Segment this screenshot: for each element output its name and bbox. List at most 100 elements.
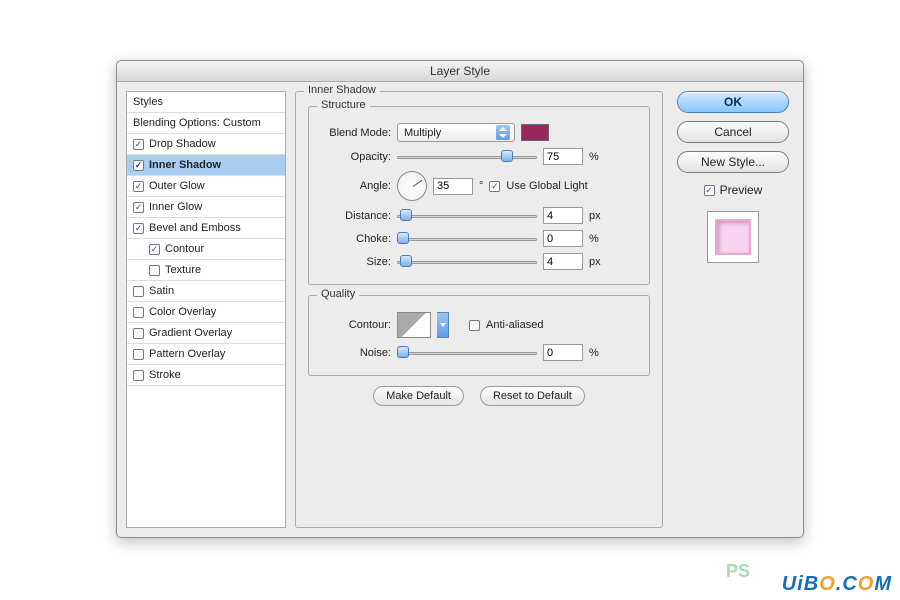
new-style-button[interactable]: New Style... (677, 151, 789, 173)
checkbox[interactable] (149, 244, 160, 255)
choke-unit: % (589, 233, 605, 245)
stepper-icon (496, 125, 510, 140)
choke-row: Choke: % (319, 230, 639, 247)
checkbox[interactable] (133, 328, 144, 339)
sidebar-item-label: Satin (149, 285, 174, 297)
dot-icon: O (819, 573, 836, 595)
sidebar-item-gradient-overlay[interactable]: Gradient Overlay (127, 323, 285, 344)
size-slider[interactable] (397, 255, 537, 269)
contour-label: Contour: (319, 319, 391, 331)
ok-button[interactable]: OK (677, 91, 789, 113)
sidebar-item-label: Drop Shadow (149, 138, 216, 150)
sidebar-item-label: Blending Options: Custom (133, 117, 261, 129)
distance-field[interactable] (543, 207, 583, 224)
make-default-button[interactable]: Make Default (373, 386, 464, 406)
structure-group: Structure Blend Mode: Multiply Opaci (308, 106, 650, 285)
opacity-slider[interactable] (397, 150, 537, 164)
checkbox[interactable] (133, 370, 144, 381)
opacity-field[interactable] (543, 148, 583, 165)
quality-group: Quality Contour: Anti-aliased Noise: (308, 295, 650, 376)
sidebar-item-satin[interactable]: Satin (127, 281, 285, 302)
preview-thumbnail (707, 211, 759, 263)
dot-icon: O (858, 573, 875, 595)
checkbox[interactable] (133, 223, 144, 234)
sidebar-item-inner-glow[interactable]: Inner Glow (127, 197, 285, 218)
contour-picker[interactable] (397, 312, 431, 338)
preview-toggle[interactable]: Preview (704, 183, 763, 197)
noise-row: Noise: % (319, 344, 639, 361)
noise-field[interactable] (543, 344, 583, 361)
sidebar-item-label: Styles (133, 96, 163, 108)
preview-checkbox[interactable] (704, 185, 715, 196)
distance-slider[interactable] (397, 209, 537, 223)
sidebar-item-label: Contour (165, 243, 204, 255)
site-watermark: UiBO.COM (782, 573, 892, 596)
sidebar-item-label: Color Overlay (149, 306, 216, 318)
sidebar-item-contour[interactable]: Contour (127, 239, 285, 260)
preview-inner-icon (715, 219, 751, 255)
sidebar-item-label: Stroke (149, 369, 181, 381)
checkbox[interactable] (149, 265, 160, 276)
wm-b: .C (836, 573, 858, 595)
right-column: OK Cancel New Style... Preview (672, 91, 794, 528)
choke-slider[interactable] (397, 232, 537, 246)
styles-sidebar: Styles Blending Options: Custom Drop Sha… (126, 91, 286, 528)
sidebar-item-blending-options[interactable]: Blending Options: Custom (127, 113, 285, 134)
sidebar-item-inner-shadow[interactable]: Inner Shadow (127, 155, 285, 176)
sidebar-item-drop-shadow[interactable]: Drop Shadow (127, 134, 285, 155)
angle-label: Angle: (319, 180, 391, 192)
reset-default-button[interactable]: Reset to Default (480, 386, 585, 406)
blend-mode-select[interactable]: Multiply (397, 123, 515, 142)
sidebar-item-outer-glow[interactable]: Outer Glow (127, 176, 285, 197)
sidebar-item-label: Inner Glow (149, 201, 202, 213)
checkbox[interactable] (133, 181, 144, 192)
global-light-label: Use Global Light (506, 180, 587, 192)
sidebar-item-texture[interactable]: Texture (127, 260, 285, 281)
distance-row: Distance: px (319, 207, 639, 224)
noise-label: Noise: (319, 347, 391, 359)
anti-aliased-checkbox[interactable] (469, 320, 480, 331)
distance-unit: px (589, 210, 605, 222)
size-label: Size: (319, 256, 391, 268)
angle-row: Angle: ° Use Global Light (319, 171, 639, 201)
sidebar-item-bevel-emboss[interactable]: Bevel and Emboss (127, 218, 285, 239)
angle-unit: ° (479, 180, 483, 192)
opacity-row: Opacity: % (319, 148, 639, 165)
main-panel: Inner Shadow Structure Blend Mode: Multi… (295, 91, 663, 528)
contour-row: Contour: Anti-aliased (319, 312, 639, 338)
size-field[interactable] (543, 253, 583, 270)
sidebar-item-color-overlay[interactable]: Color Overlay (127, 302, 285, 323)
choke-field[interactable] (543, 230, 583, 247)
size-row: Size: px (319, 253, 639, 270)
sidebar-item-pattern-overlay[interactable]: Pattern Overlay (127, 344, 285, 365)
structure-legend: Structure (317, 99, 370, 111)
panel-title: Inner Shadow (304, 84, 380, 96)
angle-field[interactable] (433, 178, 473, 195)
checkbox[interactable] (133, 139, 144, 150)
anti-aliased-label: Anti-aliased (486, 319, 543, 331)
cancel-button[interactable]: Cancel (677, 121, 789, 143)
noise-slider[interactable] (397, 346, 537, 360)
wm-c: M (874, 573, 892, 595)
ps-watermark: PS (726, 561, 750, 582)
sidebar-item-stroke[interactable]: Stroke (127, 365, 285, 386)
sidebar-item-label: Outer Glow (149, 180, 205, 192)
checkbox[interactable] (133, 286, 144, 297)
checkbox[interactable] (133, 202, 144, 213)
angle-dial[interactable] (397, 171, 427, 201)
checkbox[interactable] (133, 307, 144, 318)
blend-color-swatch[interactable] (521, 124, 549, 141)
distance-label: Distance: (319, 210, 391, 222)
checkbox[interactable] (133, 349, 144, 360)
layer-style-dialog: Layer Style Styles Blending Options: Cus… (116, 60, 804, 538)
blend-mode-value: Multiply (404, 127, 441, 139)
contour-dropdown-icon[interactable] (437, 312, 449, 338)
sidebar-item-label: Gradient Overlay (149, 327, 232, 339)
opacity-label: Opacity: (319, 151, 391, 163)
checkbox[interactable] (133, 160, 144, 171)
global-light-checkbox[interactable] (489, 181, 500, 192)
preview-label: Preview (720, 183, 763, 197)
sidebar-item-label: Inner Shadow (149, 159, 221, 171)
sidebar-item-styles[interactable]: Styles (127, 92, 285, 113)
wm-a: UiB (782, 573, 819, 595)
